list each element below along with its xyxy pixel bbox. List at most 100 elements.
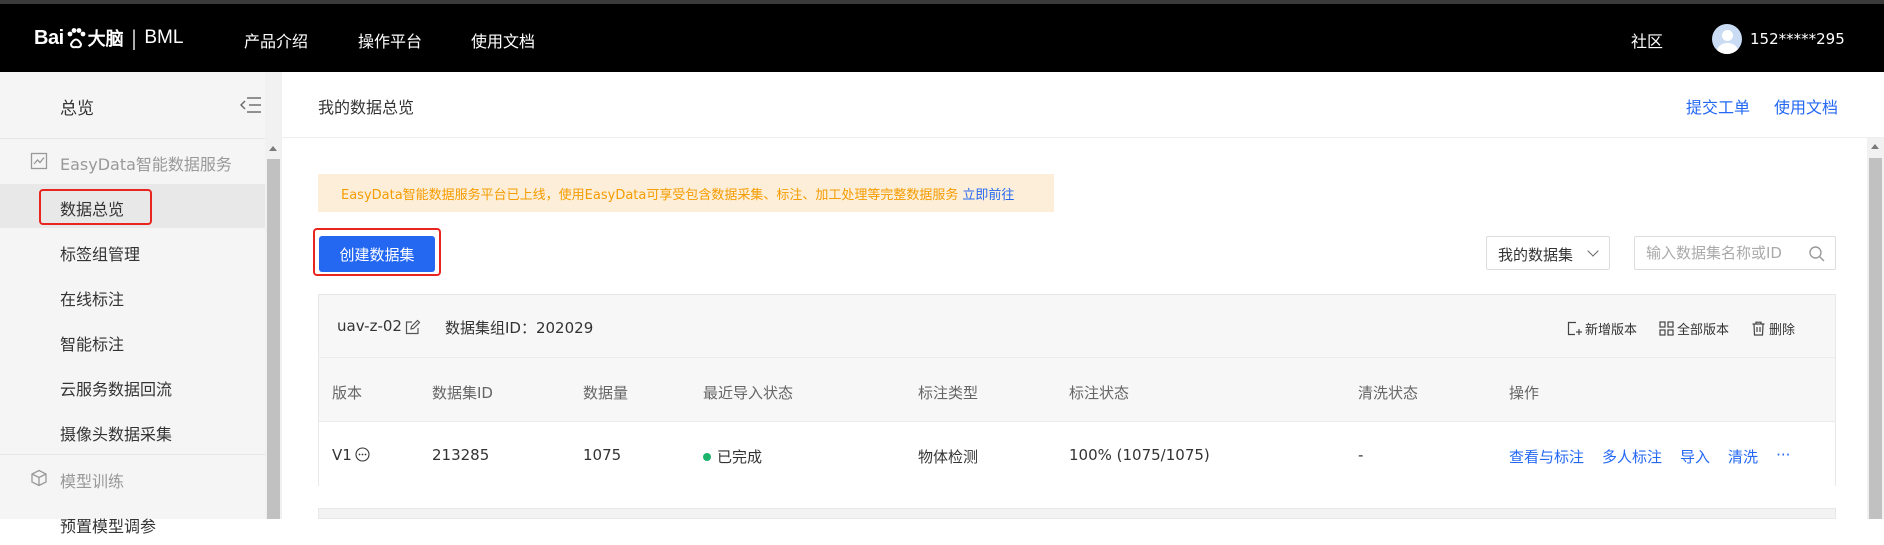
- clean-link[interactable]: 清洗: [1728, 446, 1758, 467]
- nav-community[interactable]: 社区: [1631, 4, 1663, 76]
- multi-label-link[interactable]: 多人标注: [1602, 446, 1662, 467]
- collapse-sidebar-icon[interactable]: [236, 96, 262, 114]
- search-icon[interactable]: [1808, 245, 1826, 263]
- column-header: 最近导入状态: [703, 384, 794, 402]
- sidebar-scrollbar[interactable]: [265, 72, 282, 519]
- notice-banner: EasyData智能数据服务平台已上线，使用EasyData可享受包含数据采集、…: [318, 174, 1054, 212]
- logo-brand: Bai: [34, 26, 64, 49]
- page-title: 我的数据总览: [318, 98, 415, 117]
- nav-platform[interactable]: 操作平台: [358, 4, 422, 76]
- scrollbar-thumb[interactable]: [1869, 158, 1882, 519]
- sidebar-item-label: 在线标注: [60, 290, 125, 309]
- label-status-cell: 100% (1075/1075): [1069, 446, 1210, 464]
- more-circle-icon[interactable]: [355, 447, 370, 462]
- nav-product-intro[interactable]: 产品介绍: [244, 4, 308, 76]
- select-value: 我的数据集: [1498, 246, 1574, 264]
- nav-link[interactable]: 使用文档: [471, 28, 535, 52]
- sidebar-item-label: 预置模型调参: [60, 517, 157, 536]
- trash-icon: [1752, 321, 1765, 336]
- header-links: 提交工单 使用文档: [1686, 94, 1838, 118]
- edit-icon[interactable]: [405, 319, 421, 335]
- sidebar-item-label: 标签组管理: [60, 245, 141, 264]
- dataset-group-header: uav-z-02 数据集组ID：202029 新增版本 全部版本 删除: [319, 295, 1835, 357]
- operations-cell: 查看与标注 多人标注 导入 清洗 ···: [1509, 446, 1790, 467]
- sidebar-item-label: 云服务数据回流: [60, 380, 173, 399]
- paw-icon: [67, 28, 86, 49]
- add-version-button[interactable]: 新增版本: [1567, 319, 1637, 338]
- next-dataset-card: [318, 508, 1836, 519]
- sidebar-group-label: 模型训练: [60, 472, 125, 491]
- dataset-group-actions: 新增版本 全部版本 删除: [1567, 319, 1795, 338]
- scroll-up-arrow[interactable]: [1871, 144, 1879, 149]
- nav-link[interactable]: 社区: [1631, 28, 1663, 52]
- column-header: 数据量: [583, 384, 629, 402]
- sidebar-header: 总览: [0, 72, 265, 138]
- main-scrollbar[interactable]: [1867, 138, 1884, 519]
- version-cell: V1: [332, 446, 370, 464]
- sidebar-item-label: 智能标注: [60, 335, 125, 354]
- action-label: 全部版本: [1676, 323, 1729, 338]
- add-version-icon: [1567, 321, 1582, 336]
- sidebar-item-smart-labeling[interactable]: 智能标注: [0, 319, 265, 363]
- more-ops-link[interactable]: ···: [1776, 446, 1790, 467]
- import-link[interactable]: 导入: [1680, 446, 1710, 467]
- sidebar-group-label: EasyData智能数据服务: [60, 155, 232, 174]
- top-navbar: Bai 大脑 | BML 产品介绍 操作平台 使用文档 社区 152*****2…: [0, 0, 1884, 72]
- sidebar-item-preset-tuning[interactable]: 预置模型调参: [0, 501, 265, 545]
- dataset-filter-select[interactable]: 我的数据集: [1486, 236, 1610, 270]
- count-cell: 1075: [583, 446, 622, 464]
- sidebar-group-model-training[interactable]: 模型训练: [0, 456, 265, 500]
- version-label: V1: [332, 446, 352, 464]
- sidebar-item-cloud-reflow[interactable]: 云服务数据回流: [0, 364, 265, 408]
- column-header: 操作: [1509, 384, 1540, 402]
- logo-cn: 大脑: [87, 29, 124, 50]
- chevron-down-icon: [1587, 245, 1599, 257]
- column-header: 版本: [332, 384, 363, 402]
- avatar[interactable]: [1712, 24, 1742, 54]
- submit-ticket-link[interactable]: 提交工单: [1686, 94, 1750, 118]
- search-input[interactable]: [1646, 243, 1806, 263]
- user-menu[interactable]: 152*****295: [1712, 24, 1845, 54]
- sidebar-group-easydata[interactable]: EasyData智能数据服务: [0, 139, 265, 183]
- all-versions-button[interactable]: 全部版本: [1659, 319, 1729, 338]
- dataset-id-cell: 213285: [432, 446, 490, 464]
- sidebar-item-label-groups[interactable]: 标签组管理: [0, 229, 265, 273]
- user-phone: 152*****295: [1750, 30, 1845, 48]
- import-status-cell: 已完成: [703, 446, 762, 467]
- nav-link[interactable]: 产品介绍: [244, 28, 308, 52]
- scroll-up-arrow[interactable]: [269, 146, 277, 151]
- logo-product: BML: [144, 27, 184, 48]
- grid-icon: [1659, 321, 1674, 336]
- dataset-group-card: uav-z-02 数据集组ID：202029 新增版本 全部版本 删除 版本 数…: [318, 294, 1836, 486]
- logo-separator: |: [130, 26, 138, 50]
- sidebar: 总览 EasyData智能数据服务 数据总览 标签组管理 在线标注 智能标注 云…: [0, 72, 265, 536]
- main-header: 我的数据总览 提交工单 使用文档: [282, 72, 1884, 138]
- table-header: 版本 数据集ID 数据量 最近导入状态 标注类型 标注状态 清洗状态 操作: [319, 357, 1835, 421]
- sidebar-title[interactable]: 总览: [60, 94, 94, 119]
- chart-icon: [30, 152, 48, 170]
- sidebar-item-online-labeling[interactable]: 在线标注: [0, 274, 265, 318]
- search-box[interactable]: [1634, 236, 1836, 270]
- docs-link[interactable]: 使用文档: [1774, 94, 1838, 118]
- clean-status-cell: -: [1358, 446, 1364, 464]
- delete-button[interactable]: 删除: [1751, 319, 1795, 338]
- nav-docs[interactable]: 使用文档: [471, 4, 535, 76]
- column-header: 清洗状态: [1358, 384, 1419, 402]
- highlight-box: [313, 228, 441, 276]
- action-label: 新增版本: [1584, 323, 1637, 338]
- table-row: V1 213285 1075 已完成 物体检测 100% (1075/1075)…: [319, 421, 1835, 486]
- sidebar-item-camera-collection[interactable]: 摄像头数据采集: [0, 409, 265, 453]
- sidebar-item-label: 摄像头数据采集: [60, 425, 173, 444]
- view-label-link[interactable]: 查看与标注: [1509, 446, 1584, 467]
- column-header: 标注状态: [1069, 384, 1130, 402]
- cube-icon: [31, 469, 47, 487]
- scrollbar-thumb[interactable]: [267, 159, 280, 519]
- highlight-box: [39, 189, 152, 225]
- baidu-bml-logo[interactable]: Bai 大脑 | BML: [34, 20, 183, 56]
- nav-link[interactable]: 操作平台: [358, 28, 422, 52]
- label-type-cell: 物体检测: [918, 448, 979, 466]
- notice-link[interactable]: 立即前往: [962, 188, 1014, 203]
- column-header: 标注类型: [918, 384, 979, 402]
- status-dot: [703, 453, 711, 461]
- action-label: 删除: [1768, 323, 1795, 338]
